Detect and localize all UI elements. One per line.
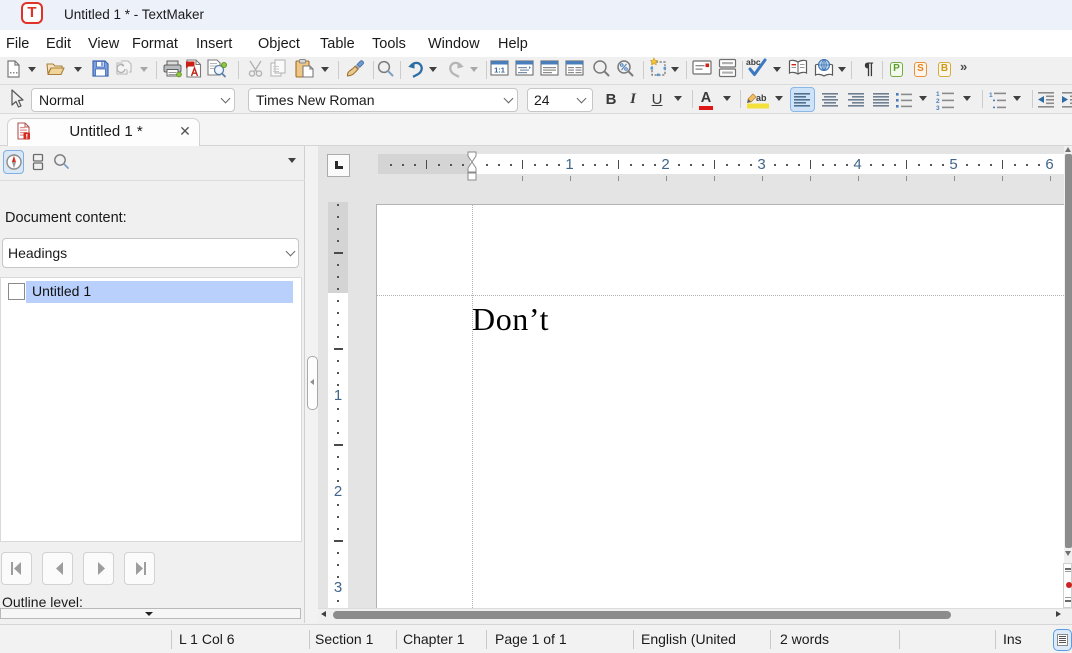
svg-text:3: 3 — [936, 105, 940, 112]
svg-text:1:1: 1:1 — [494, 66, 505, 75]
svg-text:1: 1 — [936, 91, 940, 98]
svg-text:abc: abc — [746, 57, 761, 67]
svg-text:1: 1 — [989, 92, 993, 99]
svg-text:ab: ab — [756, 93, 767, 103]
svg-text:2: 2 — [936, 98, 940, 105]
